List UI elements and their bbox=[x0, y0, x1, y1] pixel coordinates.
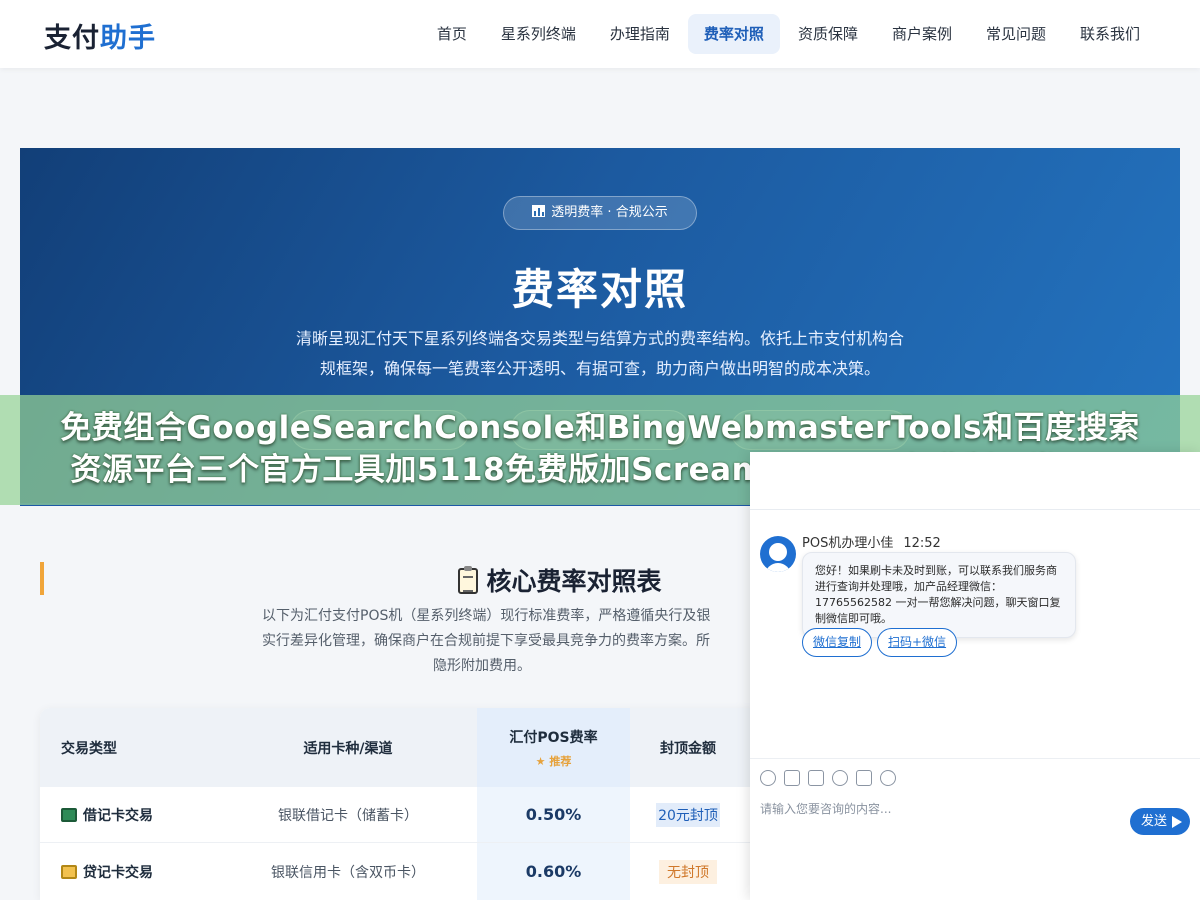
header-cap-amount: 封顶金额 bbox=[660, 740, 716, 757]
section-description: 以下为汇付支付POS机（星系列终端）现行标准费率，严格遵循央行及银 实行差异化管… bbox=[262, 604, 762, 679]
clipboard-icon bbox=[458, 566, 479, 594]
header-pos-rate-label: 汇付POS费率 bbox=[509, 729, 598, 746]
sender-name: POS机办理小佳 bbox=[802, 536, 894, 551]
hero-badge-label: 透明费率 · 合规公示 bbox=[551, 205, 668, 220]
chat-divider bbox=[750, 509, 1200, 510]
row-card: 银联信用卡（含双币卡） bbox=[271, 864, 425, 881]
nav-item-contact[interactable]: 联系我们 bbox=[1064, 14, 1156, 54]
row-type-label: 借记卡交易 bbox=[83, 807, 153, 824]
rating-icon[interactable] bbox=[832, 770, 848, 786]
site-logo[interactable]: 支付助手 bbox=[44, 16, 156, 55]
nav-item-qualifications[interactable]: 资质保障 bbox=[782, 14, 874, 54]
nav-item-home[interactable]: 首页 bbox=[421, 14, 483, 54]
top-navbar: 支付助手 首页 星系列终端 办理指南 费率对照 资质保障 商户案例 常见问题 联… bbox=[0, 0, 1200, 68]
main-nav: 首页 星系列终端 办理指南 费率对照 资质保障 商户案例 常见问题 联系我们 bbox=[419, 14, 1156, 54]
chat-widget: – ☐ POS机办理小佳 12:52 您好！如果刷卡未及时到账，可以联系我们服务商… bbox=[750, 452, 1200, 900]
message-sender: POS机办理小佳 12:52 bbox=[802, 532, 941, 551]
hero-badge: 透明费率 · 合规公示 bbox=[503, 196, 697, 230]
voice-icon[interactable] bbox=[856, 770, 872, 786]
row-type-label: 贷记卡交易 bbox=[83, 864, 153, 881]
send-arrow-icon bbox=[1172, 816, 1182, 828]
screenshot-icon[interactable] bbox=[808, 770, 824, 786]
message-time: 12:52 bbox=[903, 536, 941, 551]
row-type: 借记卡交易 bbox=[61, 787, 261, 842]
section-description-line1: 以下为汇付支付POS机（星系列终端）现行标准费率，严格遵循央行及银 bbox=[262, 608, 711, 624]
chat-input[interactable]: 请输入您要咨询的内容... bbox=[760, 800, 1120, 817]
section-description-line3: 隐形附加费用。 bbox=[433, 658, 531, 674]
maximize-icon[interactable]: ☐ bbox=[1173, 462, 1187, 476]
banner-line1: 免费组合GoogleSearchConsole和BingWebmasterToo… bbox=[60, 410, 1140, 446]
header-card-type: 适用卡种/渠道 bbox=[303, 740, 393, 757]
cap-badge: 无封顶 bbox=[659, 859, 717, 884]
nav-item-cases[interactable]: 商户案例 bbox=[876, 14, 968, 54]
nav-item-guide[interactable]: 办理指南 bbox=[594, 14, 686, 54]
hero-description: 清晰呈现汇付天下星系列终端各交易类型与结算方式的费率结构。依托上市支付机构合 规… bbox=[270, 324, 930, 384]
nav-item-faq[interactable]: 常见问题 bbox=[970, 14, 1062, 54]
cap-badge: 20元封顶 bbox=[656, 802, 720, 827]
hero-description-line1: 清晰呈现汇付天下星系列终端各交易类型与结算方式的费率结构。依托上市支付机构合 bbox=[295, 329, 904, 348]
row-rate: 0.60% bbox=[477, 843, 630, 900]
wechat-icon[interactable] bbox=[880, 770, 896, 786]
table-row: 借记卡交易 银联借记卡（储蓄卡） 0.50% 20元封顶 bbox=[40, 787, 760, 843]
send-button[interactable]: 发送 bbox=[1130, 808, 1190, 835]
page-title: 费率对照 bbox=[511, 265, 688, 314]
header-transaction-type: 交易类型 bbox=[61, 740, 117, 757]
row-type: 贷记卡交易 bbox=[61, 843, 261, 900]
message-bubble: 您好！如果刷卡未及时到账，可以联系我们服务商进行查询并处理哦，加产品经理微信：1… bbox=[802, 552, 1076, 638]
row-cap: 20元封顶 bbox=[630, 787, 746, 842]
image-icon[interactable] bbox=[784, 770, 800, 786]
bank-icon bbox=[61, 807, 77, 822]
chat-toolbar bbox=[760, 770, 904, 786]
table-header-row: 交易类型 适用卡种/渠道 汇付POS费率 ★ 推荐 封顶金额 bbox=[40, 708, 760, 787]
logo-text-part2: 助手 bbox=[100, 23, 156, 54]
section-description-line2: 实行差异化管理，确保商户在合规前提下享受最具竞争力的费率方案。所 bbox=[262, 633, 710, 649]
row-cap: 无封顶 bbox=[630, 843, 746, 900]
quick-reply-copy-wechat[interactable]: 微信复制 bbox=[802, 628, 873, 657]
table-row: 贷记卡交易 银联信用卡（含双币卡） 0.60% 无封顶 bbox=[40, 843, 760, 900]
send-button-label: 发送 bbox=[1141, 814, 1168, 829]
nav-item-star-terminals[interactable]: 星系列终端 bbox=[485, 14, 592, 54]
bar-chart-icon bbox=[532, 205, 546, 217]
logo-text-part1: 支付 bbox=[44, 23, 100, 54]
row-card: 银联借记卡（储蓄卡） bbox=[278, 807, 418, 824]
agent-avatar bbox=[760, 536, 796, 572]
minimize-icon[interactable]: – bbox=[1150, 462, 1164, 476]
recommended-tag: ★ 推荐 bbox=[535, 754, 572, 768]
section-title-text: 核心费率对照表 bbox=[486, 567, 662, 596]
chat-toolbar-divider bbox=[750, 758, 1200, 759]
quick-reply-scan-wechat[interactable]: 扫码+微信 bbox=[877, 628, 958, 657]
hero-description-line2: 规框架，确保每一笔费率公开透明、有据可查，助力商户做出明智的成本决策。 bbox=[319, 359, 880, 378]
header-pos-rate: 汇付POS费率 ★ 推荐 bbox=[477, 708, 630, 787]
row-rate: 0.50% bbox=[477, 787, 630, 842]
emoji-icon[interactable] bbox=[760, 770, 776, 786]
credit-card-icon bbox=[61, 864, 77, 879]
rate-table: 交易类型 适用卡种/渠道 汇付POS费率 ★ 推荐 封顶金额 借记卡交易 银联借… bbox=[40, 708, 760, 900]
chat-header: – ☐ bbox=[750, 452, 1200, 509]
nav-item-rates[interactable]: 费率对照 bbox=[687, 14, 780, 54]
